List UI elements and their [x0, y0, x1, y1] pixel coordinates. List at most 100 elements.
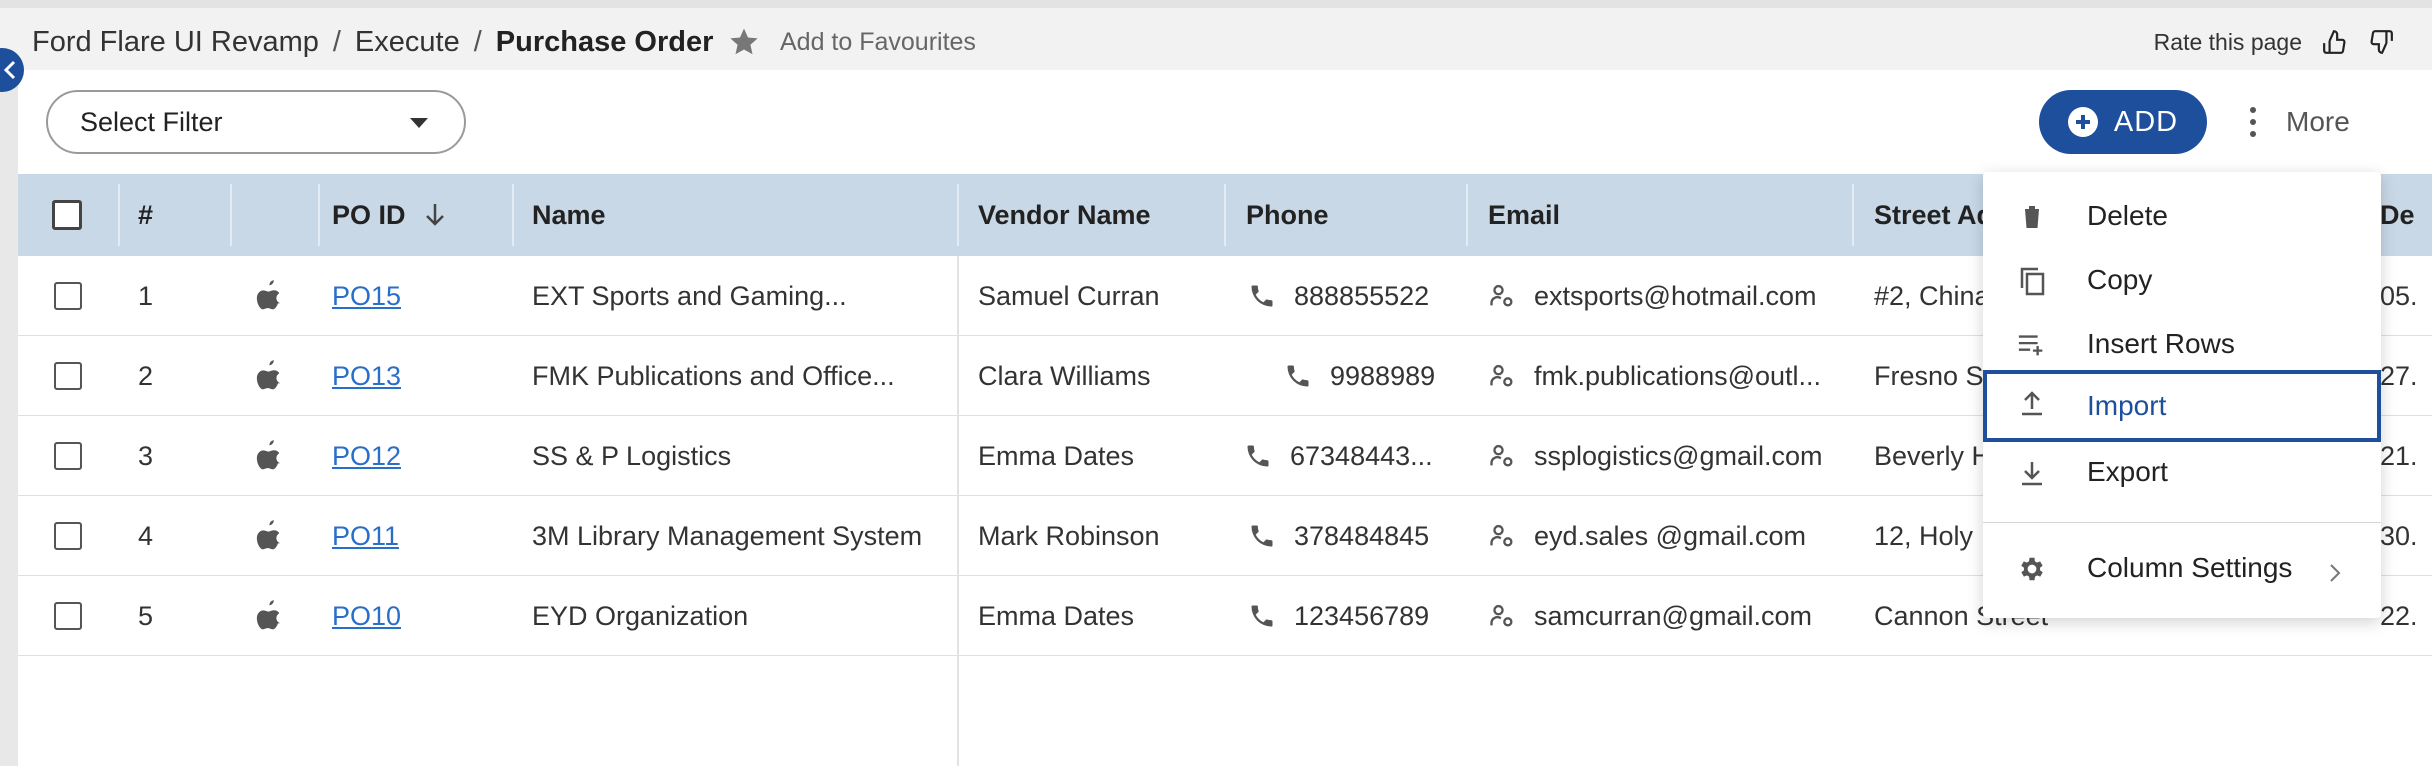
apple-icon [256, 440, 281, 470]
column-separator [957, 184, 959, 246]
column-separator [1852, 184, 1854, 246]
row-email: samcurran@gmail.com [1534, 600, 1812, 631]
row-vendor-name: Clara Williams [978, 360, 1151, 391]
breadcrumb-item-execute[interactable]: Execute [355, 26, 460, 59]
contact-icon [1488, 282, 1516, 310]
add-button[interactable]: ADD [2039, 90, 2207, 154]
po-id-link[interactable]: PO13 [332, 336, 401, 416]
menu-item-delete[interactable]: Delete [1983, 184, 2381, 248]
menu-divider [1983, 522, 2381, 523]
row-status-cell [254, 256, 284, 336]
more-button[interactable]: More [2250, 96, 2350, 148]
column-header-street-address[interactable]: Street Ad [1874, 174, 1993, 256]
menu-item-column-settings[interactable]: Column Settings [1983, 536, 2381, 600]
po-id-link[interactable]: PO12 [332, 416, 401, 496]
thumbs-down-icon[interactable] [2368, 29, 2394, 55]
row-status-cell [254, 496, 284, 576]
column-header-name[interactable]: Name [532, 174, 606, 256]
row-name: EYD Organization [532, 600, 749, 631]
po-id-link[interactable]: PO15 [332, 256, 401, 336]
add-button-label: ADD [2113, 105, 2179, 138]
menu-item-delete-label: Delete [2087, 200, 2168, 231]
kebab-icon [2250, 107, 2256, 137]
menu-item-export-label: Export [2087, 456, 2168, 487]
row-extra: 21. [2380, 440, 2418, 471]
menu-item-export[interactable]: Export [1983, 440, 2381, 504]
apple-icon [256, 360, 281, 390]
caret-down-icon [410, 118, 428, 128]
row-checkbox-cell [54, 256, 82, 336]
more-button-label: More [2286, 106, 2350, 137]
download-icon [2017, 458, 2047, 488]
row-email: ssplogistics@gmail.com [1534, 440, 1823, 471]
row-index: 1 [138, 280, 154, 311]
frozen-column-divider [957, 256, 959, 766]
row-phone: 378484845 [1294, 520, 1430, 551]
select-filter-dropdown[interactable]: Select Filter [46, 90, 466, 154]
row-phone-cell: 123456789 [1248, 576, 1429, 656]
menu-item-import[interactable]: Import [1983, 370, 2381, 442]
menu-item-insert-rows-label: Insert Rows [2087, 328, 2235, 359]
row-email-cell: eyd.sales @gmail.com [1488, 496, 1848, 576]
row-name: EXT Sports and Gaming... [532, 280, 847, 311]
insert-rows-icon [2017, 330, 2047, 360]
row-status-cell [254, 336, 284, 416]
row-vendor-name: Samuel Curran [978, 280, 1160, 311]
row-checkbox[interactable] [54, 442, 82, 470]
add-to-favourites[interactable]: Add to Favourites [728, 16, 976, 68]
column-separator [230, 184, 232, 246]
thumbs-up-icon[interactable] [2322, 29, 2348, 55]
row-index: 5 [138, 600, 154, 631]
page-title: Purchase Order [495, 25, 714, 58]
row-name: FMK Publications and Office... [532, 360, 895, 391]
row-extra: 27. [2380, 360, 2418, 391]
menu-item-copy[interactable]: Copy [1983, 248, 2381, 312]
row-phone-cell: 67348443... [1244, 416, 1464, 496]
menu-item-copy-label: Copy [2087, 264, 2153, 295]
row-phone-cell: 9988989 [1284, 336, 1435, 416]
column-header-email[interactable]: Email [1488, 174, 1560, 256]
phone-icon [1284, 362, 1312, 390]
select-all-checkbox[interactable] [52, 200, 82, 230]
row-phone: 888855522 [1294, 280, 1430, 311]
row-email-cell: samcurran@gmail.com [1488, 576, 1848, 656]
row-checkbox[interactable] [54, 522, 82, 550]
gear-icon [2017, 554, 2047, 584]
row-email: extsports@hotmail.com [1534, 280, 1817, 311]
column-header-index: # [138, 199, 154, 230]
phone-icon [1248, 602, 1276, 630]
apple-icon [256, 520, 281, 550]
row-vendor-name: Emma Dates [978, 440, 1135, 471]
row-email: fmk.publications@outl... [1534, 360, 1822, 391]
column-header-po-id[interactable]: PO ID [332, 174, 446, 256]
column-header-vendor-name[interactable]: Vendor Name [978, 174, 1151, 256]
breadcrumb-item-project[interactable]: Ford Flare UI Revamp [32, 26, 319, 59]
row-index: 3 [138, 440, 154, 471]
star-icon [730, 28, 758, 55]
more-actions-menu: Delete Copy Insert Rows Import Export Co… [1983, 172, 2381, 618]
row-vendor-name: Emma Dates [978, 600, 1135, 631]
row-checkbox[interactable] [54, 282, 82, 310]
column-separator [1466, 184, 1468, 246]
row-checkbox[interactable] [54, 602, 82, 630]
row-checkbox[interactable] [54, 362, 82, 390]
row-index: 4 [138, 520, 154, 551]
row-email-cell: fmk.publications@outl... [1488, 336, 1848, 416]
column-header-extra[interactable]: De [2380, 174, 2415, 256]
row-extra: 05. [2380, 280, 2418, 311]
po-id-link[interactable]: PO10 [332, 576, 401, 656]
apple-icon [256, 600, 281, 630]
plus-circle-icon [2067, 107, 2098, 137]
row-phone-cell: 888855522 [1248, 256, 1429, 336]
row-checkbox-cell [54, 416, 82, 496]
apple-icon [256, 280, 281, 310]
copy-icon [2017, 266, 2047, 296]
phone-icon [1244, 442, 1272, 470]
column-separator [512, 184, 514, 246]
column-header-phone[interactable]: Phone [1246, 174, 1329, 256]
rate-page: Rate this page [2154, 16, 2394, 68]
po-id-link[interactable]: PO11 [332, 496, 399, 576]
chevron-right-icon [2329, 558, 2341, 590]
menu-item-insert-rows[interactable]: Insert Rows [1983, 312, 2381, 376]
row-name: 3M Library Management System [532, 520, 923, 551]
